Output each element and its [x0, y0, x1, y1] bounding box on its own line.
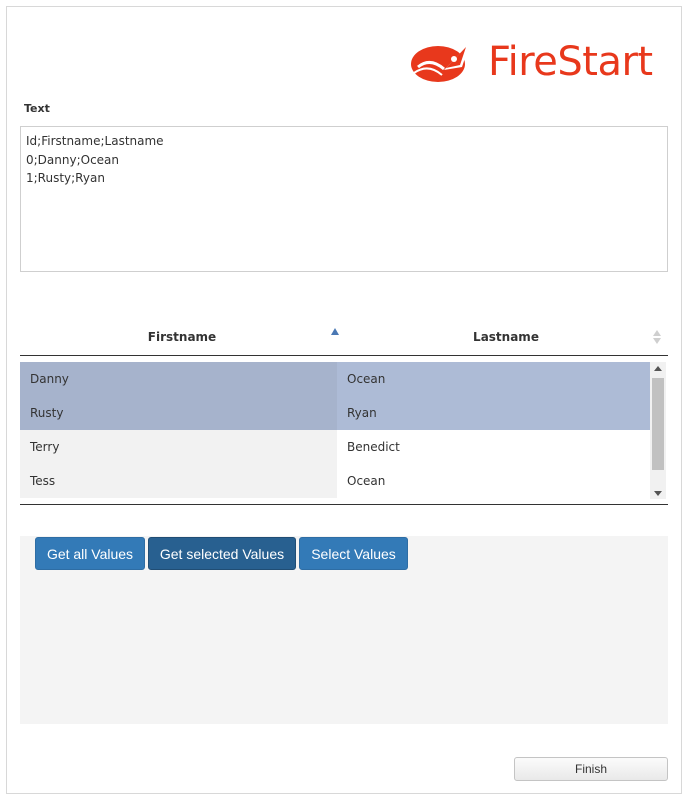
rocket-logo-icon [411, 43, 470, 82]
table-row[interactable]: Tess Ocean [20, 464, 650, 498]
firestart-logo: FireStart [408, 30, 658, 94]
text-field-label: Text [24, 102, 50, 115]
table-row[interactable]: Danny Ocean [20, 362, 650, 396]
button-panel: Get all Values Get selected Values Selec… [20, 536, 668, 724]
scroll-up-arrow-icon[interactable] [654, 366, 662, 371]
finish-button[interactable]: Finish [514, 757, 668, 781]
cell-lastname: Benedict [337, 430, 650, 464]
table-row[interactable]: Rusty Ryan [20, 396, 650, 430]
cell-firstname: Terry [20, 430, 337, 464]
cell-firstname: Danny [20, 362, 337, 396]
cell-firstname: Tess [20, 464, 337, 498]
logo-text: FireStart [488, 39, 653, 85]
cell-lastname: Ocean [337, 464, 650, 498]
sort-up-arrow-icon [653, 330, 661, 336]
get-all-values-button[interactable]: Get all Values [35, 537, 145, 570]
scroll-down-arrow-icon[interactable] [654, 491, 662, 496]
column-header-firstname[interactable]: Firstname [20, 318, 344, 356]
cell-lastname: Ocean [337, 362, 650, 396]
sort-down-arrow-icon [653, 338, 661, 344]
sort-ascending-icon[interactable] [331, 328, 339, 335]
column-header-lastname[interactable]: Lastname [344, 318, 668, 356]
grid-header: Firstname Lastname [20, 318, 668, 356]
grid-body: Danny Ocean Rusty Ryan Terry Benedict Te… [20, 362, 668, 498]
select-values-button[interactable]: Select Values [299, 537, 408, 570]
cell-firstname: Rusty [20, 396, 337, 430]
grid-bottom-border [20, 504, 668, 505]
scroll-thumb[interactable] [652, 378, 664, 470]
sort-unsorted-icon[interactable] [652, 328, 662, 346]
grid-scrollbar[interactable] [650, 362, 666, 499]
table-row[interactable]: Terry Benedict [20, 430, 650, 464]
data-grid: Firstname Lastname Danny Ocean Rusty Rya… [20, 318, 668, 506]
text-area[interactable]: Id;Firstname;Lastname 0;Danny;Ocean 1;Ru… [20, 126, 668, 272]
cell-lastname: Ryan [337, 396, 650, 430]
get-selected-values-button[interactable]: Get selected Values [148, 537, 296, 570]
